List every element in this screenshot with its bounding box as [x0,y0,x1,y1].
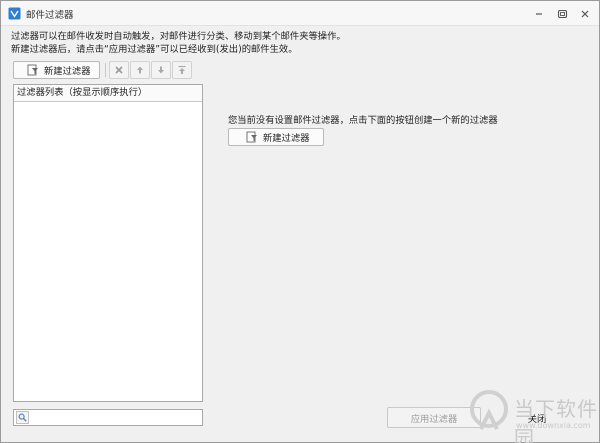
apply-filter-label: 应用过滤器 [410,413,458,425]
mail-app-icon [8,7,21,20]
move-top-button[interactable] [172,61,192,79]
new-filter-toolbar-button[interactable]: 新建过滤器 [13,61,100,79]
apply-filter-button[interactable]: 应用过滤器 [387,407,481,428]
minimize-button[interactable] [529,5,549,22]
title-bar[interactable]: 邮件过滤器 [1,1,599,26]
arrow-down-icon [158,66,164,74]
restore-icon [557,9,567,18]
close-icon [581,10,589,17]
search-box[interactable] [13,409,203,426]
filter-list-header: 过滤器列表（按显示顺序执行） [14,85,202,102]
move-down-button[interactable] [151,61,171,79]
close-label: 关闭 [527,413,547,425]
delete-filter-button[interactable] [109,61,129,79]
search-input[interactable] [31,410,201,425]
close-window-button[interactable] [575,5,595,22]
close-button[interactable]: 关闭 [487,407,587,428]
empty-state-message: 您当前没有设置邮件过滤器，点击下面的按钮创建一个新的过滤器 [228,115,498,126]
info-line-2: 新建过滤器后，请点击“应用过滤器”可以已经收到(发出)的邮件生效。 [11,43,298,55]
window-title: 邮件过滤器 [26,10,74,21]
move-up-button[interactable] [130,61,150,79]
new-filter-label: 新建过滤器 [263,133,310,144]
arrow-top-icon [178,65,186,74]
delete-icon [115,66,123,74]
info-line-1: 过滤器可以在邮件收发时自动触发，对邮件进行分类、移动到某个邮件夹等操作。 [11,31,346,42]
arrow-up-icon [137,66,143,74]
new-filter-toolbar-label: 新建过滤器 [44,66,91,77]
new-filter-icon [27,64,38,76]
search-icon-button[interactable] [16,411,29,424]
info-description: 过滤器可以在邮件收发时自动触发，对邮件进行分类、移动到某个邮件夹等操作。 新建过… [11,31,589,56]
filter-list-panel[interactable]: 过滤器列表（按显示顺序执行） [13,84,203,402]
new-filter-button[interactable]: 新建过滤器 [228,128,324,146]
search-icon [18,413,27,422]
minimize-icon [536,12,542,15]
restore-button[interactable] [552,5,572,22]
mail-filter-window: 邮件过滤器 过滤器可以在邮件收发时自动触发，对邮件进行分类、移动到某个邮件夹等操… [0,0,600,443]
new-filter-icon [246,131,257,143]
toolbar-separator [105,63,106,77]
